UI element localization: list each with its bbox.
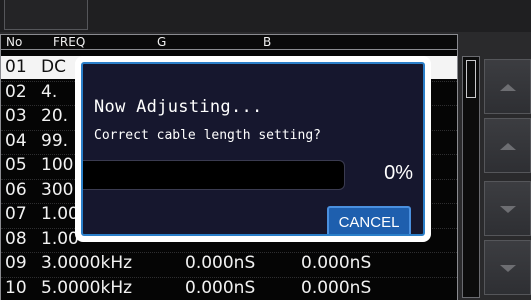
- cell-g: 0.000nS: [185, 277, 256, 298]
- cell-no: 10: [5, 277, 27, 298]
- cell-freq: 1.00: [41, 204, 79, 224]
- progress-percent: 0%: [384, 162, 413, 184]
- cell-no: 05: [5, 155, 27, 175]
- header-no: No: [6, 35, 23, 49]
- header-freq: FREQ: [53, 35, 86, 49]
- cell-freq: 100.: [41, 155, 79, 175]
- dialog-title: Now Adjusting...: [94, 97, 263, 117]
- table-header: No FREQ G B: [0, 34, 458, 50]
- cell-freq: 300.: [41, 179, 79, 200]
- cell-freq: 20.: [41, 106, 69, 126]
- cell-freq: 1.00: [41, 228, 79, 249]
- row-separator: [1, 276, 457, 278]
- top-bar: [0, 0, 531, 32]
- cell-freq: DC: [41, 57, 66, 77]
- table-row[interactable]: 10 5.0000kHz 0.000nS 0.000nS: [1, 277, 457, 300]
- cell-no: 02: [5, 81, 27, 102]
- table-scrollbar[interactable]: [462, 56, 480, 298]
- adjusting-dialog: Now Adjusting... Correct cable length se…: [75, 56, 431, 242]
- scrollbar-thumb[interactable]: [466, 60, 476, 98]
- cell-no: 03: [5, 106, 27, 126]
- triangle-up-icon: [500, 84, 516, 91]
- cell-freq: 99.: [41, 130, 69, 151]
- header-g: G: [157, 35, 167, 49]
- cell-b: 0.000nS: [301, 277, 372, 298]
- dialog-panel: Now Adjusting... Correct cable length se…: [81, 62, 425, 236]
- triangle-up-icon: [500, 143, 516, 150]
- cell-no: 06: [5, 179, 27, 200]
- cancel-button[interactable]: CANCEL: [327, 206, 411, 234]
- page-down-button[interactable]: [484, 240, 531, 295]
- table-row[interactable]: 09 3.0000kHz 0.000nS 0.000nS: [1, 252, 457, 275]
- page-up-button[interactable]: [484, 59, 531, 114]
- line-down-button[interactable]: [484, 181, 531, 236]
- cell-b: 0.000nS: [301, 253, 372, 273]
- cell-no: 09: [5, 253, 27, 273]
- cell-freq: 3.0000kHz: [41, 253, 133, 273]
- cell-no: 01: [5, 57, 27, 77]
- cell-freq: 5.0000kHz: [41, 277, 133, 298]
- dialog-message: Correct cable length setting?: [94, 128, 321, 143]
- top-tab[interactable]: [4, 0, 88, 30]
- triangle-down-icon: [500, 265, 516, 272]
- row-separator: [1, 252, 457, 253]
- cell-no: 04: [5, 130, 27, 151]
- cell-no: 08: [5, 228, 27, 249]
- header-b: B: [263, 35, 272, 49]
- line-up-button[interactable]: [484, 118, 531, 173]
- cell-freq: 4.: [41, 81, 58, 102]
- triangle-down-icon: [500, 206, 516, 213]
- progress-bar: [83, 160, 345, 190]
- cell-g: 0.000nS: [185, 253, 256, 273]
- cell-no: 07: [5, 204, 27, 224]
